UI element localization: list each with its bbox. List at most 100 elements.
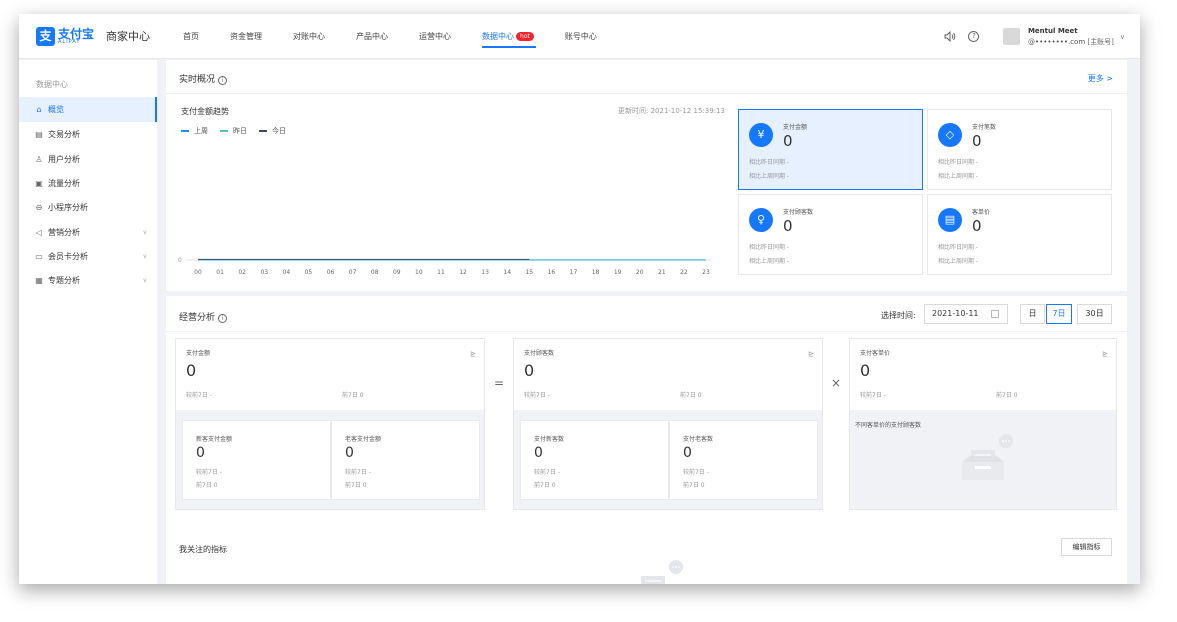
alipay-logo[interactable]: 支 支付宝 ALIPAY: [36, 26, 94, 46]
sidebar-item-traffic[interactable]: ▣ 流量分析: [19, 171, 157, 196]
sub-metric-label: 老客支付金额: [345, 436, 382, 443]
sidebar-item-label: 专题分析: [48, 276, 80, 285]
equals-operator: =: [494, 376, 505, 390]
sub-metric-card: 支付新客数 0 较前7日 - 前7日 0: [520, 420, 669, 500]
metric-label: 支付客单价: [860, 350, 891, 357]
x-tick-label: 18: [592, 269, 600, 276]
sidebar-item-label: 营销分析: [48, 228, 80, 237]
chart-toggle-icon[interactable]: ⊵: [470, 350, 476, 358]
top-nav-bar: 支 支付宝 ALIPAY 商家中心 首页 资金管理 对账中心 产品中心 运营中心…: [19, 14, 1140, 59]
sidebar-item-miniapp[interactable]: ⊖ 小程序分析: [19, 195, 157, 220]
more-link[interactable]: 更多 >: [1088, 73, 1113, 84]
x-tick-label: 19: [614, 269, 622, 276]
x-tick-label: 07: [349, 269, 357, 276]
multiply-operator: ×: [831, 376, 842, 390]
x-tick-label: 03: [260, 269, 268, 276]
date-label: 选择时间:: [881, 311, 916, 320]
metric-label: 支付顾客数: [524, 350, 555, 357]
speaker-icon[interactable]: [943, 30, 957, 44]
kpi-card-payment-amount[interactable]: ¥ 支付金额 0 相比昨日同期 - 相比上周同期 -: [738, 109, 923, 190]
avatar[interactable]: [1002, 28, 1020, 45]
sidebar-item-member-card[interactable]: ▭ 会员卡分析 ∨: [19, 244, 157, 269]
sub-metric-card: 老客支付金额 0 较前7日 - 前7日 0: [331, 420, 480, 500]
account-info[interactable]: Mentul Meet @••••••••.com [主账号]: [1028, 26, 1114, 48]
x-tick-label: 11: [437, 269, 445, 276]
app-window: 支 支付宝 ALIPAY 商家中心 首页 资金管理 对账中心 产品中心 运营中心…: [19, 14, 1140, 584]
chart-legend: 上周 昨日 今日: [181, 126, 298, 136]
sub-metric-compare: 较前7日 -: [345, 469, 371, 476]
sub-metric-previous: 前7日 0: [534, 482, 556, 489]
kpi-label: 客单价: [972, 209, 991, 216]
range-30day-button[interactable]: 30日: [1077, 304, 1112, 324]
nav-data-center[interactable]: 数据中心 hot: [482, 14, 536, 59]
sub-metric-card: 新客支付金额 0 较前7日 - 前7日 0: [182, 420, 331, 500]
chevron-down-icon[interactable]: ∨: [1120, 33, 1125, 41]
traffic-icon: ▣: [35, 179, 43, 188]
sub-metric-label: 支付新客数: [534, 436, 565, 443]
sub-metric-previous: 前7日 0: [683, 482, 705, 489]
nav-operations[interactable]: 运营中心: [419, 14, 451, 59]
sidebar-title: 数据中心: [36, 80, 68, 89]
kpi-value: 0: [972, 217, 982, 235]
range-7day-button[interactable]: 7日: [1046, 304, 1072, 324]
kpi-card-payment-count[interactable]: ◇ 支付笔数 0 相比昨日同期 - 相比上周同期 -: [927, 109, 1112, 190]
unit-price-icon: ▤: [938, 208, 962, 232]
sub-metric-card: 支付老客数 0 较前7日 - 前7日 0: [669, 420, 818, 500]
business-title: 经营分析 i: [179, 310, 228, 323]
metric-previous: 前7日 0: [342, 392, 364, 399]
account-role: [主账号]: [1087, 37, 1114, 46]
realtime-title: 实时概况 i: [179, 72, 228, 85]
x-tick-label: 17: [570, 269, 578, 276]
alipay-logo-icon: 支: [36, 26, 55, 46]
kpi-card-unit-price[interactable]: ▤ 客单价 0 相比昨日同期 - 相比上周同期 -: [927, 194, 1112, 275]
chart-toggle-icon[interactable]: ⊵: [808, 350, 814, 358]
sidebar-item-overview[interactable]: ⌂ 概览: [19, 97, 157, 122]
kpi-compare-yesterday: 相比昨日同期 -: [938, 244, 979, 251]
sidebar-item-label: 小程序分析: [48, 203, 88, 212]
metric-previous: 前7日 0: [996, 392, 1018, 399]
kpi-card-customers[interactable]: ♀ 支付顾客数 0 相比昨日同期 - 相比上周同期 -: [738, 194, 923, 275]
help-icon[interactable]: ?: [967, 30, 981, 44]
date-picker[interactable]: 2021-10-11: [924, 304, 1008, 324]
merchant-center-title: 商家中心: [106, 30, 151, 43]
nav-reconciliation[interactable]: 对账中心: [293, 14, 325, 59]
user-icon: ♙: [35, 155, 43, 164]
empty-state-illustration: [962, 434, 1013, 480]
realtime-panel: 实时概况 i 更多 > 支付金额趋势 更新时间: 2021-10-12 15:39…: [166, 60, 1127, 291]
hot-badge: hot: [516, 31, 534, 41]
nav-account[interactable]: 账号中心: [565, 14, 597, 59]
sidebar-item-marketing[interactable]: ◁ 营销分析 ∨: [19, 220, 157, 245]
sidebar-item-label: 用户分析: [48, 155, 80, 164]
legend-item[interactable]: 昨日: [220, 126, 247, 136]
x-tick-label: 10: [415, 269, 423, 276]
chevron-down-icon: ∨: [142, 277, 147, 284]
account-email: @••••••••.com: [1027, 37, 1086, 46]
nav-products[interactable]: 产品中心: [356, 14, 388, 59]
date-value: 2021-10-11: [932, 309, 979, 318]
info-icon[interactable]: i: [218, 314, 228, 323]
business-analysis-panel: 经营分析 i 选择时间: 2021-10-11 日 7日 30日 支付金额 0 ⊵…: [166, 296, 1127, 584]
sidebar-item-trade[interactable]: ▤ 交易分析: [19, 122, 157, 147]
x-tick-label: 08: [371, 269, 379, 276]
nav-home[interactable]: 首页: [183, 14, 199, 59]
sub-metric-compare: 较前7日 -: [196, 469, 222, 476]
range-day-button[interactable]: 日: [1020, 304, 1045, 324]
metric-card-payment-amount: 支付金额 0 ⊵ 较前7日 - 前7日 0 新客支付金额 0 较前7日 - 前7…: [175, 338, 485, 510]
sub-metric-label: 新客支付金额: [196, 436, 233, 443]
info-icon[interactable]: i: [218, 76, 228, 85]
miniapp-icon: ⊖: [35, 203, 43, 212]
sidebar-item-topic[interactable]: ▦ 专题分析 ∨: [19, 268, 157, 293]
legend-item[interactable]: 今日: [259, 126, 286, 136]
kpi-label: 支付金额: [783, 124, 808, 131]
metric-value: 0: [524, 361, 535, 380]
x-tick-label: 20: [636, 269, 644, 276]
sub-metric-value: 0: [683, 445, 692, 461]
sidebar-item-user[interactable]: ♙ 用户分析: [19, 147, 157, 172]
chart-toggle-icon[interactable]: ⊵: [1102, 350, 1108, 358]
edit-metrics-button[interactable]: 编辑指标: [1061, 538, 1112, 556]
nav-funds[interactable]: 资金管理: [230, 14, 262, 59]
legend-item[interactable]: 上周: [181, 126, 208, 136]
sub-metric-value: 0: [196, 445, 205, 461]
sidebar-item-label: 流量分析: [48, 179, 80, 188]
empty-state-illustration: [641, 560, 683, 584]
